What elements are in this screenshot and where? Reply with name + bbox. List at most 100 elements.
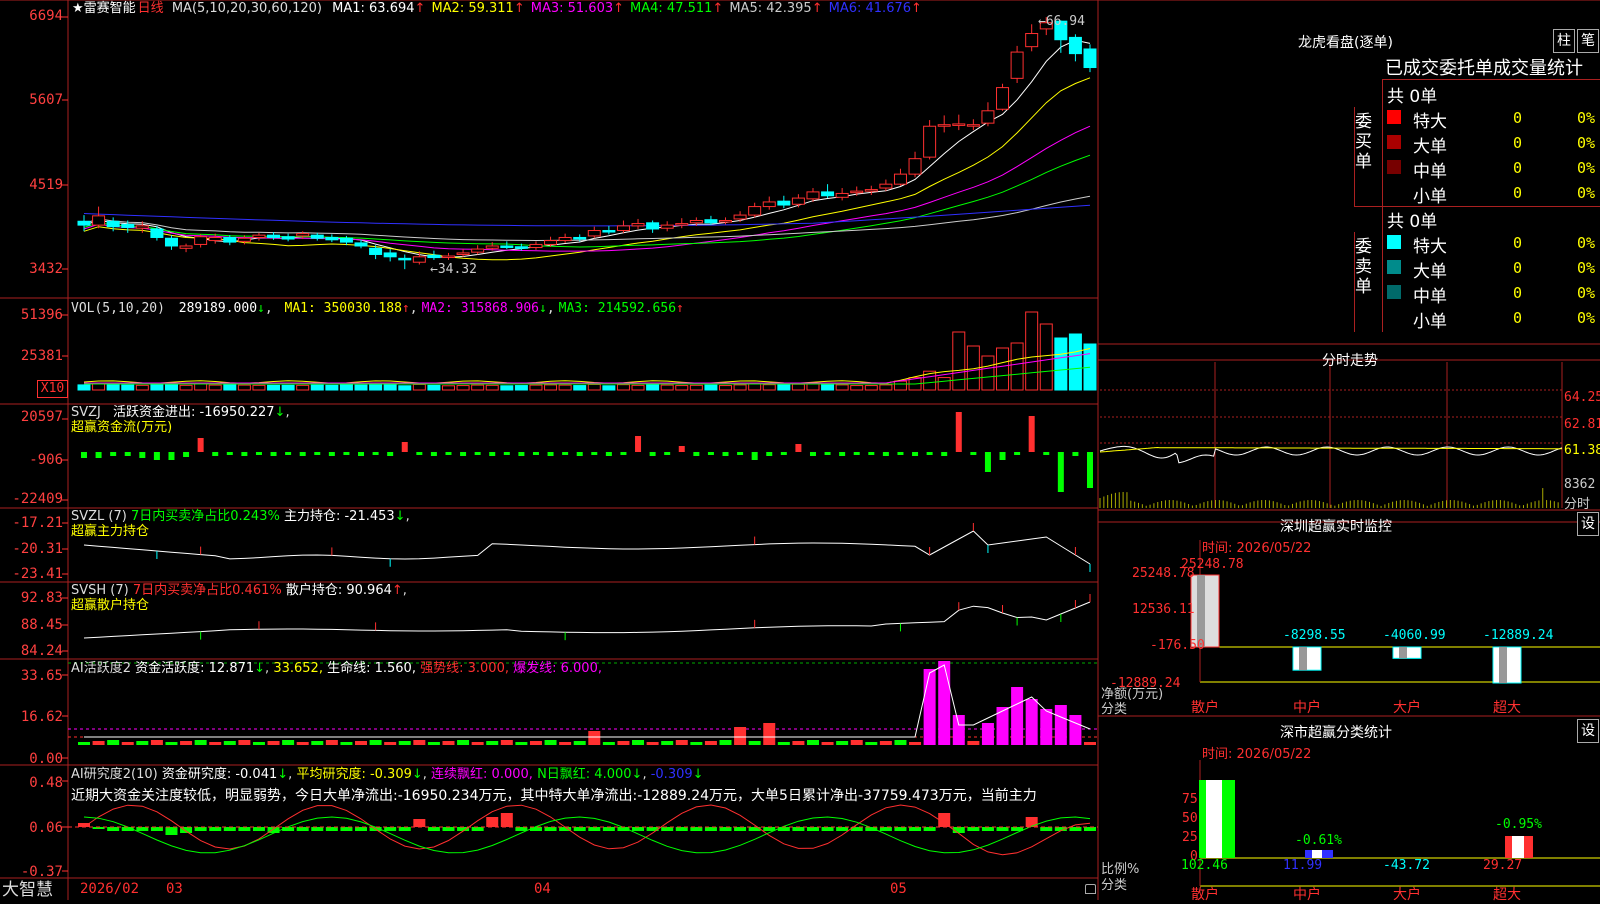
tab-orders[interactable]: 委托单 [1439, 58, 1493, 79]
svzl-label2: 主力持仓: -21.453 [283, 509, 395, 524]
research-bar [223, 827, 236, 831]
intraday-y-label-1: 62.81 [1564, 417, 1600, 432]
star-icon[interactable]: ★ [72, 1, 84, 16]
research-bar [661, 827, 674, 831]
tab-volume-stats[interactable]: 成交量统计 [1493, 58, 1583, 79]
monitor-x-title: 分类 [1101, 702, 1128, 717]
classify-y-label-0: 75 [1182, 792, 1198, 807]
date-label-m3: 05 [890, 881, 907, 897]
svzj-arrow: ↓ [274, 405, 286, 420]
vol-title-row: VOL(5,10,20) 289189.000↓, MA1: 350030.18… [71, 301, 684, 316]
candle-body [398, 257, 412, 261]
monitor-settings-button[interactable]: 设 [1577, 512, 1599, 536]
research-bar [806, 827, 819, 831]
brand-label[interactable]: 大智慧 [2, 880, 53, 900]
ma-arrow-5: ↑ [811, 1, 823, 16]
vol-value: 289189.000 [178, 301, 258, 316]
buy-row-swatch [1387, 110, 1401, 124]
buy-row-pct: 0% [1577, 159, 1596, 177]
svsh-label2: 散户持仓: 90.964 [285, 583, 392, 598]
ma-label-6: MA6: 41.676 [828, 1, 912, 16]
vol-unit-badge[interactable]: X10 [37, 380, 68, 398]
research-bar [894, 827, 907, 831]
activity-bar [617, 741, 630, 745]
volume-bar [412, 383, 426, 391]
fund-flow-bar [635, 436, 642, 452]
activity-bar [1025, 699, 1038, 745]
fund-flow-bar [824, 452, 831, 455]
candle-body [587, 230, 601, 237]
fund-flow-bar [255, 452, 262, 455]
classify-x-title: 分类 [1101, 878, 1128, 893]
fund-flow-bar [241, 452, 248, 456]
main-y-label-0: 6694 [29, 8, 63, 24]
candle-body [952, 123, 966, 126]
stock-name[interactable]: 雷赛智能 [84, 1, 136, 16]
classify-settings-button[interactable]: 设 [1577, 719, 1599, 743]
tick-view-button[interactable]: 笔 [1577, 29, 1599, 53]
intraday-y-label-0: 64.25 [1564, 390, 1600, 405]
lock-icon[interactable] [1085, 884, 1096, 894]
volume-bar [821, 384, 835, 391]
main-y-label-1: 5607 [29, 92, 63, 108]
activity-bar [78, 742, 90, 745]
sell-row-pct: 0% [1577, 284, 1596, 302]
svsh-tail: , [402, 583, 407, 598]
monitor-value-3: -12889.24 [1483, 628, 1554, 643]
activity-bar [1084, 742, 1096, 745]
research-bar [632, 827, 645, 831]
fund-flow-bar [897, 452, 904, 455]
fund-flow-bar [532, 452, 539, 455]
period-label[interactable]: 日线 [138, 1, 164, 16]
main-y-label-3: 3432 [29, 261, 63, 277]
bar-view-button[interactable]: 柱 [1553, 29, 1575, 53]
activity-bar [413, 740, 426, 745]
candle-body [441, 255, 455, 259]
candle-body [558, 236, 572, 242]
classify-time: 时间: 2026/05/22 [1202, 747, 1312, 762]
sell-row-pct: 0% [1577, 234, 1596, 252]
activity-bar [282, 740, 295, 745]
date-label-m2: 04 [534, 881, 551, 897]
fund-flow-bar [1014, 452, 1021, 455]
activity-bar [675, 740, 688, 745]
monitor-y-label-2: -176.50 [1150, 638, 1205, 653]
fund-flow-bar [387, 452, 394, 456]
volume-bar [1068, 333, 1082, 391]
candle-body [208, 236, 222, 242]
ai1-title: AI活跃度2 [71, 661, 131, 676]
svsh-title: SVSH (7) [71, 583, 129, 598]
fund-flow-bar [358, 452, 365, 456]
activity-bar [238, 740, 251, 745]
volume-bar [77, 384, 91, 391]
tab-filled[interactable]: 已成交 [1385, 58, 1439, 79]
fund-flow-bar [430, 452, 437, 456]
classify-bottom-value-0: 102.46 [1181, 858, 1228, 873]
volume-bar [762, 384, 776, 391]
volume-bar [646, 383, 660, 391]
activity-bar [632, 740, 645, 745]
volume-bar [602, 385, 616, 391]
sell-row-count: 0 [1513, 234, 1523, 252]
activity-bar [661, 741, 674, 745]
research-bar [413, 819, 426, 827]
candle-body [514, 246, 528, 249]
activity-bar [923, 669, 936, 745]
fund-flow-bar [328, 452, 335, 456]
research-bar [734, 827, 747, 831]
svzl-subtitle: 超赢主力持仓 [71, 524, 150, 539]
activity-bar [529, 741, 542, 745]
research-bar [107, 827, 120, 831]
volume-bar [441, 385, 455, 391]
activity-bar [1011, 687, 1024, 745]
activity-bar [894, 740, 907, 745]
ai2-comment: 近期大资金关注度较低，明显弱势，今日大单净流出:-16950.234万元，其中特… [71, 785, 1097, 805]
fund-flow-bar [474, 452, 481, 455]
candle-body [223, 236, 237, 243]
ai1-label2: 33.652, [273, 661, 323, 676]
candle-body [821, 191, 835, 197]
research-bar [792, 827, 805, 831]
fund-flow-bar [795, 444, 802, 452]
research-bar [909, 827, 922, 831]
fund-flow-bar [226, 452, 233, 455]
